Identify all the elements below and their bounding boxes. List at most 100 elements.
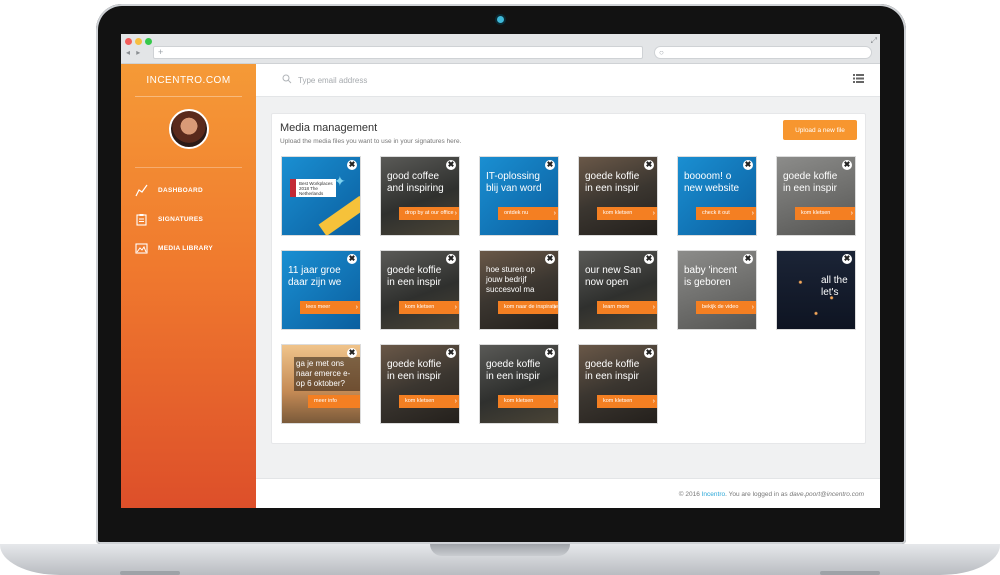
- search-icon: [282, 74, 292, 84]
- menu-icon[interactable]: [853, 74, 864, 83]
- copyright-text: © 2016: [678, 491, 702, 498]
- laptop-notch: [430, 544, 570, 556]
- close-icon[interactable]: ✖: [644, 160, 654, 170]
- tile-cta: kom kletsen: [399, 395, 459, 408]
- minimize-window-button[interactable]: [135, 38, 142, 45]
- page-subtitle: Upload the media files you want to use i…: [280, 138, 462, 145]
- laptop-base: [0, 544, 1000, 575]
- browser-search-bar[interactable]: ○: [654, 46, 872, 59]
- media-tile[interactable]: ✖ goede koffie in een inspir kom kletsen: [776, 156, 856, 236]
- close-icon[interactable]: ✖: [446, 160, 456, 170]
- close-icon[interactable]: ✖: [446, 254, 456, 264]
- media-tile[interactable]: ✖ 11 jaar groe daar zijn we lees meer: [281, 250, 361, 330]
- image-icon: [135, 243, 148, 254]
- close-icon[interactable]: ✖: [743, 254, 753, 264]
- avatar[interactable]: [168, 109, 209, 149]
- upload-file-button[interactable]: Upload a new file: [783, 120, 857, 140]
- tile-headline: goede koffie in een inspir: [585, 171, 640, 194]
- media-tile[interactable]: ✖ ga je met ons naar emerce e- op 6 okto…: [281, 344, 361, 424]
- close-icon[interactable]: ✖: [446, 348, 456, 358]
- sidebar-item-signatures[interactable]: SIGNATURES: [135, 205, 242, 234]
- tile-cta: ontdek nu: [498, 207, 558, 220]
- tile-headline: goede koffie in een inspir: [387, 265, 442, 288]
- tile-headline: boooom! o new website: [684, 171, 740, 194]
- maximize-window-button[interactable]: [145, 38, 152, 45]
- tile-cta: kom kletsen: [597, 395, 657, 408]
- media-tile[interactable]: ✖ our new San now open learn more: [578, 250, 658, 330]
- tile-cta: meer info: [308, 395, 360, 408]
- media-tile[interactable]: ✖ goede koffie in een inspir kom kletsen: [479, 344, 559, 424]
- tile-cta: kom kletsen: [597, 207, 657, 220]
- tile-cta: kom kletsen: [795, 207, 855, 220]
- media-tile[interactable]: ✖ hoe sturen op jouw bedrijf succesvol m…: [479, 250, 559, 330]
- back-forward-icon[interactable]: ◂ ▸: [126, 48, 142, 57]
- tile-headline: good coffee and inspiring: [387, 171, 444, 194]
- email-search-input[interactable]: [298, 73, 598, 87]
- chart-line-icon: [135, 184, 148, 197]
- close-icon[interactable]: ✖: [644, 254, 654, 264]
- tile-headline: hoe sturen op jouw bedrijf succesvol ma: [486, 265, 535, 294]
- fullscreen-icon[interactable]: ⤢: [871, 36, 877, 46]
- media-tile[interactable]: ✖ IT-oplossing blij van word ontdek nu: [479, 156, 559, 236]
- clipboard-icon: [136, 214, 147, 226]
- laptop-foot: [820, 571, 880, 575]
- tile-headline: goede koffie in een inspir: [486, 359, 541, 382]
- sidebar-menu: DASHBOARD SIGNATURES MEDIA LIBRARY: [135, 167, 242, 263]
- media-tile[interactable]: ✖ good coffee and inspiring drop by at o…: [380, 156, 460, 236]
- laptop-foot: [120, 571, 180, 575]
- app-screen: ◂ ▸ + ○ ⤢ INCENTRO.COM DASHBOARD SIGNATU…: [121, 34, 880, 508]
- media-tile[interactable]: ✖ goede koffie in een inspir kom kletsen: [380, 250, 460, 330]
- close-icon[interactable]: ✖: [545, 160, 555, 170]
- close-icon[interactable]: ✖: [347, 348, 357, 358]
- sidebar-item-media-library[interactable]: MEDIA LIBRARY: [135, 234, 242, 263]
- media-tile[interactable]: ✖ goede koffie in een inspir kom kletsen: [380, 344, 460, 424]
- tile-cta: drop by at our office: [399, 207, 459, 220]
- address-bar[interactable]: +: [153, 46, 643, 59]
- media-tile[interactable]: ✖ goede koffie in een inspir kom kletsen: [578, 344, 658, 424]
- media-tile[interactable]: ✖ all the let's: [776, 250, 856, 330]
- close-icon[interactable]: ✖: [545, 348, 555, 358]
- media-tile[interactable]: Best Workplaces 2018 The Netherlands ✦ ✖: [281, 156, 361, 236]
- sidebar-item-dashboard[interactable]: DASHBOARD: [135, 176, 242, 205]
- tile-cta: bekijk de video: [696, 301, 756, 314]
- close-icon[interactable]: ✖: [347, 254, 357, 264]
- tile-headline: baby 'incent is geboren: [684, 265, 738, 288]
- tile-cta: learn more: [597, 301, 657, 314]
- tile-cta: lees meer: [300, 301, 360, 314]
- topbar: [256, 64, 880, 97]
- close-icon[interactable]: ✖: [347, 160, 357, 170]
- tile-headline: our new San now open: [585, 265, 642, 288]
- sidebar-item-label: MEDIA LIBRARY: [158, 245, 214, 252]
- logged-in-text: . You are logged in as: [725, 491, 790, 498]
- close-icon[interactable]: ✖: [842, 160, 852, 170]
- award-badge: Best Workplaces 2018 The Netherlands: [290, 179, 336, 197]
- media-tile[interactable]: ✖ baby 'incent is geboren bekijk de vide…: [677, 250, 757, 330]
- media-tile[interactable]: ✖ boooom! o new website check it out: [677, 156, 757, 236]
- close-icon[interactable]: ✖: [743, 160, 753, 170]
- media-tile[interactable]: ✖ goede koffie in een inspir kom kletsen: [578, 156, 658, 236]
- browser-chrome: ◂ ▸ + ○ ⤢: [121, 34, 880, 64]
- page-title: Media management: [280, 122, 378, 134]
- tile-headline: goede koffie in een inspir: [387, 359, 442, 382]
- tile-cta: kom kletsen: [399, 301, 459, 314]
- sidebar-item-label: SIGNATURES: [158, 216, 204, 223]
- footer-text: © 2016 Incentro. You are logged in as da…: [679, 491, 864, 498]
- camera-icon: [497, 16, 504, 23]
- user-email: dave.poort@incentro.com: [789, 491, 864, 498]
- brand-logo[interactable]: INCENTRO.COM: [135, 64, 242, 97]
- tile-cta: check it out: [696, 207, 756, 220]
- close-window-button[interactable]: [125, 38, 132, 45]
- tile-cta: kom naar de inspiratie: [498, 301, 558, 314]
- tile-headline: ga je met ons naar emerce e- op 6 oktobe…: [294, 357, 360, 391]
- tile-headline: all the let's: [821, 275, 848, 298]
- tile-headline: 11 jaar groe daar zijn we: [288, 265, 342, 288]
- sidebar-item-label: DASHBOARD: [158, 187, 203, 194]
- media-management-card: Media management Upload the media files …: [271, 113, 866, 444]
- footer-brand-link[interactable]: Incentro: [702, 491, 726, 498]
- close-icon[interactable]: ✖: [545, 254, 555, 264]
- close-icon[interactable]: ✖: [644, 348, 654, 358]
- search-icon: ○: [659, 48, 664, 57]
- close-icon[interactable]: ✖: [842, 254, 852, 264]
- sidebar: INCENTRO.COM DASHBOARD SIGNATURES MEDIA …: [121, 64, 256, 508]
- media-grid: Best Workplaces 2018 The Netherlands ✦ ✖…: [281, 156, 856, 424]
